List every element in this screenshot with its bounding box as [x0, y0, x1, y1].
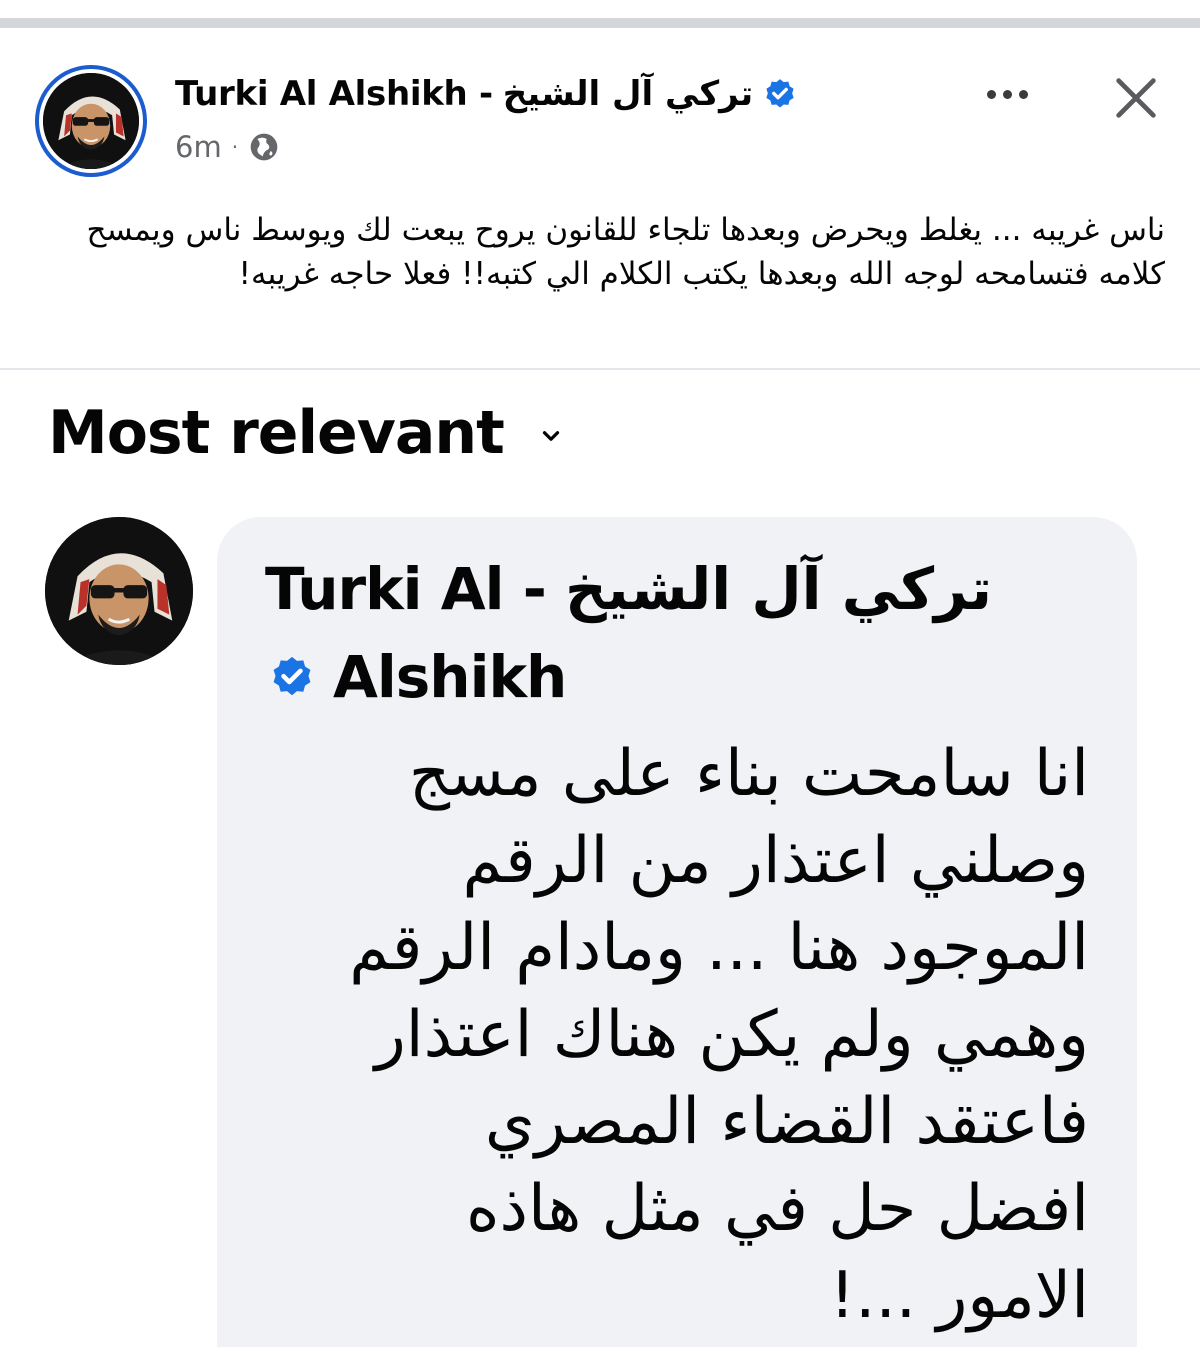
- avatar-image: [43, 73, 139, 169]
- avatar-illustration: [45, 517, 193, 665]
- verified-badge-icon: [766, 79, 794, 108]
- more-dot: [1002, 89, 1012, 99]
- comment-author-name-ar: تركي آل الشيخ: [564, 555, 993, 623]
- author-row: Turki Al Alshikh - تركي آل الشيخ: [175, 74, 797, 114]
- post-timestamp[interactable]: 6m: [175, 130, 222, 164]
- more-dot: [1018, 89, 1028, 99]
- comment-text-line: الامور ...!: [829, 1259, 1089, 1333]
- avatar-illustration: [43, 73, 139, 169]
- comment-author-name[interactable]: Turki Al - تركي آل الشيخ: [265, 555, 993, 623]
- more-horizontal-icon[interactable]: [982, 84, 1032, 104]
- comment-sort-dropdown[interactable]: Most relevant: [48, 398, 564, 468]
- comment-author-name-line2: Alshikh: [333, 643, 567, 711]
- comment-author-name-en: Turki Al -: [265, 555, 547, 623]
- comment-text-line: وصلني اعتذار من الرقم: [462, 824, 1089, 898]
- post-body-text: ناس غريبه ... يغلط ويحرض وبعدها تلجاء لل…: [86, 212, 1165, 292]
- close-icon[interactable]: [1110, 72, 1162, 124]
- author-avatar[interactable]: [35, 65, 147, 177]
- post-meta: 6m ·: [175, 130, 280, 164]
- sort-label: Most relevant: [48, 398, 505, 468]
- comment-text-line: الموجود هنا ... ومادام الرقم: [349, 911, 1089, 985]
- comment-text-line: انا سامحت بناء على مسج: [408, 737, 1089, 811]
- top-divider: [0, 0, 1200, 28]
- comment-text-line: فاعتقد القضاء المصري: [484, 1085, 1089, 1159]
- author-name-en[interactable]: Turki Al Alshikh -: [175, 74, 493, 114]
- verified-badge-icon: [273, 656, 311, 696]
- chevron-down-icon: [542, 431, 559, 441]
- more-dot: [986, 89, 996, 99]
- author-name-ar[interactable]: تركي آل الشيخ: [503, 74, 754, 114]
- facebook-post-screen: Turki Al Alshikh - تركي آل الشيخ 6m · نا…: [0, 0, 1200, 1347]
- comment-author-name-cont[interactable]: Alshikh: [269, 643, 567, 711]
- globe-icon[interactable]: [248, 131, 280, 163]
- comment-text-line: افضل حل في مثل هاذه: [465, 1172, 1089, 1246]
- meta-separator: ·: [231, 135, 239, 159]
- post-card: Turki Al Alshikh - تركي آل الشيخ 6m · نا…: [0, 28, 1200, 370]
- comment-body-text: انا سامحت بناء على مسج وصلني اعتذار من ا…: [229, 731, 1089, 1340]
- comment-text-line: وهمي ولم يكن هناك اعتذار: [374, 998, 1089, 1072]
- avatar-image: [45, 517, 193, 665]
- comment-bubble: Turki Al - تركي آل الشيخ Alshikh انا سام…: [217, 517, 1137, 1347]
- comment-author-avatar[interactable]: [45, 517, 193, 665]
